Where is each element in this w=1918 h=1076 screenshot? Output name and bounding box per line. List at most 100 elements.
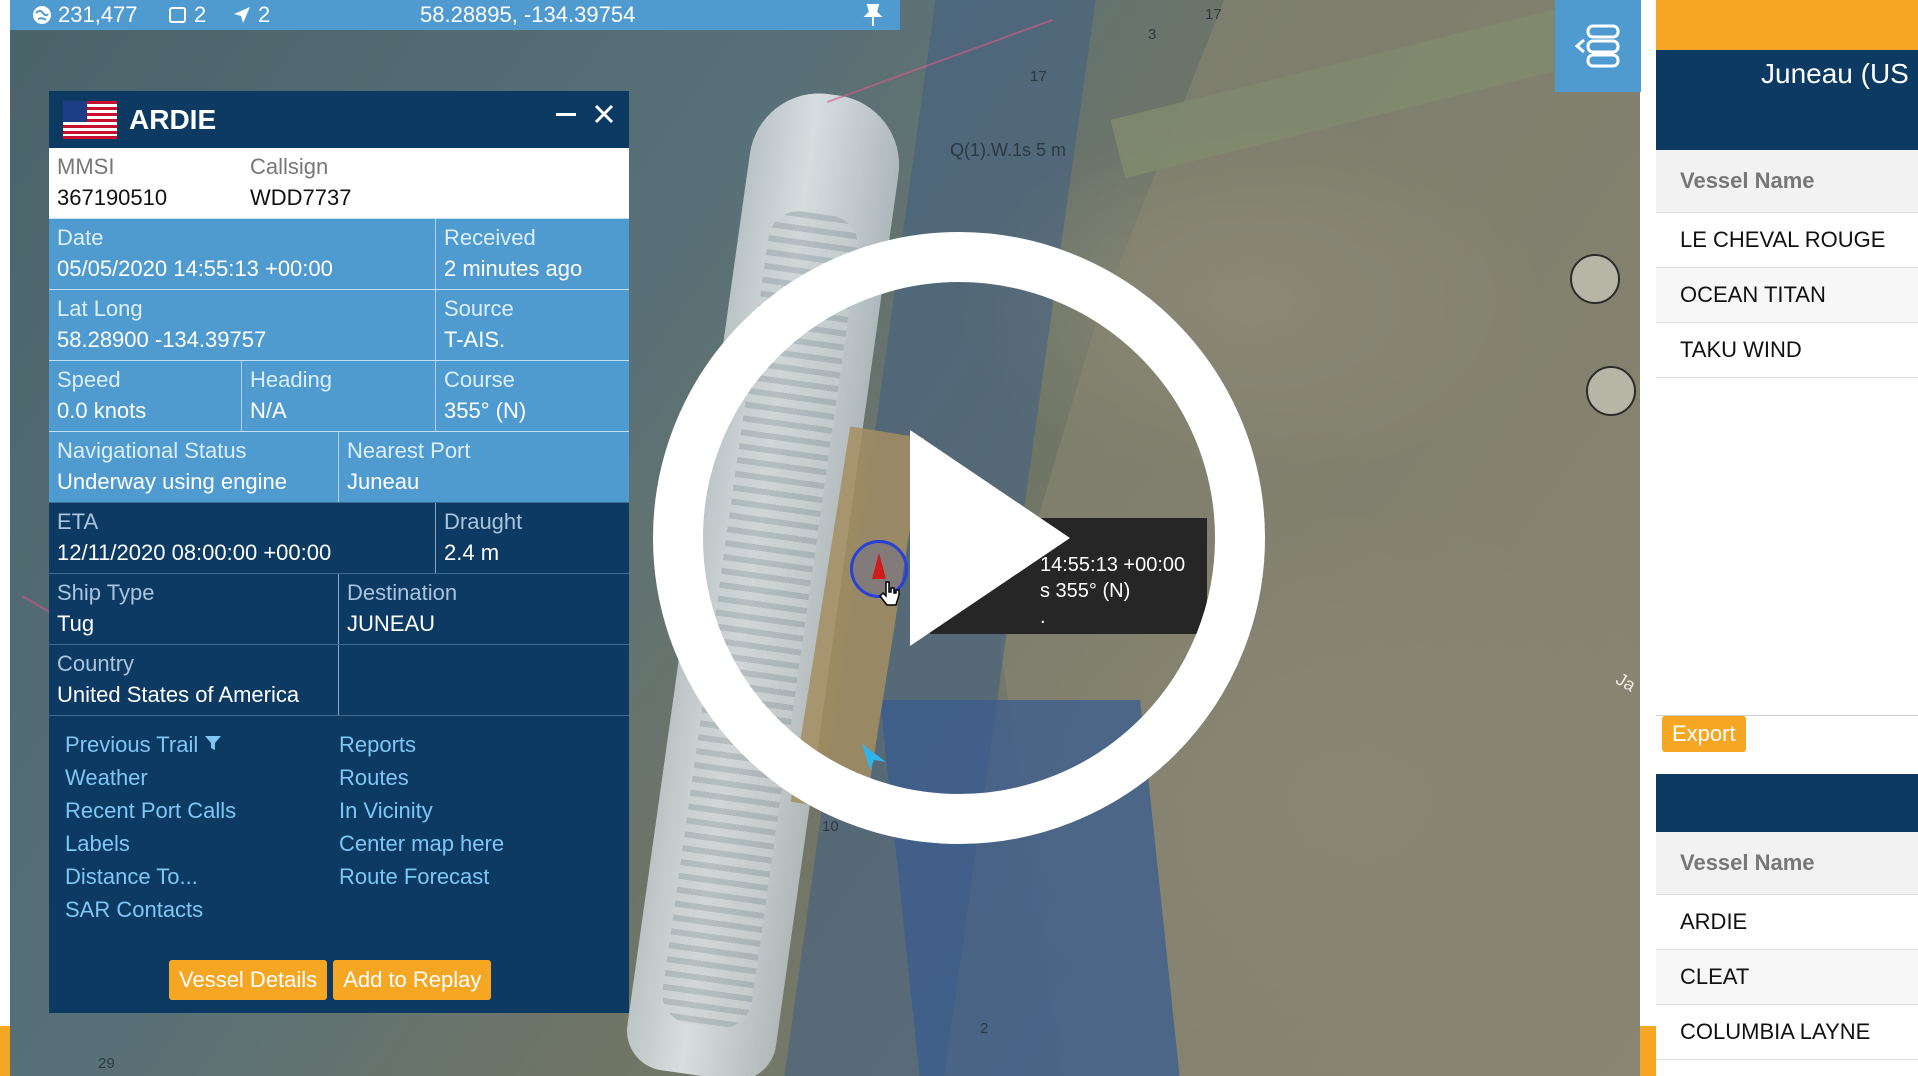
cursor-coordinates: 58.28895, -134.39754 — [420, 2, 636, 27]
square-icon — [169, 7, 186, 23]
list-item[interactable]: ARDIE — [1656, 895, 1918, 950]
weather-link[interactable]: Weather — [65, 761, 339, 794]
pin-icon[interactable] — [862, 3, 884, 27]
popup-actions: Vessel Details Add to Replay — [169, 960, 492, 1000]
depth-label: 29 — [98, 1055, 115, 1072]
navstatus-label: Navigational Status — [57, 438, 247, 463]
list-item[interactable]: COLUMBIA LAYNE — [1656, 1005, 1918, 1060]
layers-menu-button[interactable] — [1555, 0, 1641, 92]
export-button[interactable]: Export — [1662, 716, 1746, 752]
globe-icon — [33, 6, 51, 24]
depth-label: 17 — [1205, 6, 1222, 23]
speed-cell: Speed 0.0 knots — [49, 361, 242, 431]
vessel-name-column-header[interactable]: Vessel Name — [1656, 832, 1918, 895]
port-title: Juneau (US — [1656, 50, 1918, 150]
source-label: Source — [444, 296, 514, 321]
shiptype-label: Ship Type — [57, 580, 155, 605]
status-row: Navigational Status Underway using engin… — [49, 431, 629, 502]
list-item[interactable]: LE CHEVAL ROUGE — [1656, 213, 1918, 268]
selection-count-stat: 2 — [168, 2, 206, 28]
course-label: Course — [444, 367, 515, 392]
nearestport-label: Nearest Port — [347, 438, 471, 463]
play-icon[interactable] — [910, 430, 1070, 646]
add-to-replay-button[interactable]: Add to Replay — [333, 960, 492, 1000]
sar-contacts-link[interactable]: SAR Contacts — [65, 893, 339, 926]
empty-cell — [339, 645, 629, 715]
gutter-accent — [1640, 1026, 1656, 1076]
vessel-details-button[interactable]: Vessel Details — [169, 960, 328, 1000]
distance-to-link[interactable]: Distance To... — [65, 860, 339, 893]
in-vicinity-link[interactable]: In Vicinity — [339, 794, 613, 827]
list-item[interactable]: OCEAN TITAN — [1656, 268, 1918, 323]
recent-port-calls-link[interactable]: Recent Port Calls — [65, 794, 339, 827]
export-container: Export — [1662, 716, 1746, 752]
mmsi-value: 367190510 — [57, 185, 168, 210]
shiptype-value: Tug — [57, 611, 95, 636]
second-section-header — [1656, 774, 1918, 832]
mmsi-cell: MMSI 367190510 — [49, 148, 242, 218]
list-item[interactable]: TAKU WIND — [1656, 323, 1918, 378]
country-value: United States of America — [57, 682, 300, 707]
heading-label: Heading — [250, 367, 332, 392]
voyage-row: ETA 12/11/2020 08:00:00 +00:00 Draught 2… — [49, 502, 629, 573]
depth-label: 10 — [822, 818, 839, 835]
previous-trail-link[interactable]: Previous Trail — [65, 728, 339, 761]
latlong-cell: Lat Long 58.28900 -134.39757 — [49, 290, 436, 360]
minimize-icon[interactable] — [555, 103, 577, 125]
date-cell: Date 05/05/2020 14:55:13 +00:00 — [49, 219, 436, 289]
filter-icon[interactable] — [204, 734, 222, 752]
route-forecast-link[interactable]: Route Forecast — [339, 860, 613, 893]
sidebar-top-bar — [1656, 0, 1918, 50]
nearestport-value: Juneau — [347, 469, 420, 494]
close-icon[interactable] — [593, 103, 615, 125]
depth-label: 3 — [1148, 26, 1157, 43]
reports-link[interactable]: Reports — [339, 728, 613, 761]
routes-link[interactable]: Routes — [339, 761, 613, 794]
heading-cell: Heading N/A — [242, 361, 436, 431]
left-edge — [0, 0, 10, 1076]
popup-links: Previous Trail Weather Recent Port Calls… — [49, 715, 629, 926]
navstatus-value: Underway using engine — [57, 469, 287, 494]
country-label: Country — [57, 651, 135, 676]
callsign-label: Callsign — [250, 154, 329, 179]
course-value: 355° (N) — [444, 398, 527, 423]
draught-value: 2.4 m — [444, 540, 500, 565]
draught-label: Draught — [444, 509, 523, 534]
labels-link[interactable]: Labels — [65, 827, 339, 860]
center-map-link[interactable]: Center map here — [339, 827, 613, 860]
date-label: Date — [57, 225, 104, 250]
storage-tank — [1570, 254, 1620, 304]
list-item[interactable]: CLEAT — [1656, 950, 1918, 1005]
list-menu-icon — [1574, 24, 1620, 68]
links-left-column: Previous Trail Weather Recent Port Calls… — [65, 728, 339, 926]
nearestport-cell: Nearest Port Juneau — [339, 432, 629, 502]
vessel-name-column-header[interactable]: Vessel Name — [1656, 150, 1918, 213]
source-value: T-AIS. — [444, 327, 506, 352]
tracked-count: 2 — [258, 2, 271, 27]
mmsi-label: MMSI — [57, 154, 115, 179]
type-row: Ship Type Tug Destination JUNEAU — [49, 573, 629, 644]
draught-cell: Draught 2.4 m — [436, 503, 629, 573]
popup-header[interactable]: ARDIE — [49, 91, 629, 148]
speed-label: Speed — [57, 367, 121, 392]
sidebar-gutter — [1640, 0, 1656, 1076]
date-row: Date 05/05/2020 14:55:13 +00:00 Received… — [49, 218, 629, 289]
destination-cell: Destination JUNEAU — [339, 574, 629, 644]
depth-label: 2 — [980, 1020, 989, 1037]
position-row: Lat Long 58.28900 -134.39757 Source T-AI… — [49, 289, 629, 360]
course-cell: Course 355° (N) — [436, 361, 629, 431]
shiptype-cell: Ship Type Tug — [49, 574, 339, 644]
speed-value: 0.0 knots — [57, 398, 147, 423]
vessel-info-popup: ARDIE MMSI 367190510 Callsign WDD7737 Da… — [49, 91, 629, 1013]
identity-row: MMSI 367190510 Callsign WDD7737 — [49, 148, 629, 218]
destination-value: JUNEAU — [347, 611, 436, 636]
navstatus-cell: Navigational Status Underway using engin… — [49, 432, 339, 502]
port-sidebar: Juneau (US Vessel Name LE CHEVAL ROUGE O… — [1656, 0, 1918, 1076]
depth-label: 17 — [1030, 68, 1047, 85]
vessel-count-stat: 231,477 — [32, 2, 138, 28]
latlong-value: 58.28900 -134.39757 — [57, 327, 267, 352]
heading-value: N/A — [250, 398, 287, 423]
map-status-bar: 231,477 2 2 58.28895, -134.39754 — [10, 0, 900, 30]
country-cell: Country United States of America — [49, 645, 339, 715]
second-vessel-list: Vessel Name ARDIE CLEAT COLUMBIA LAYNE — [1656, 832, 1918, 1060]
